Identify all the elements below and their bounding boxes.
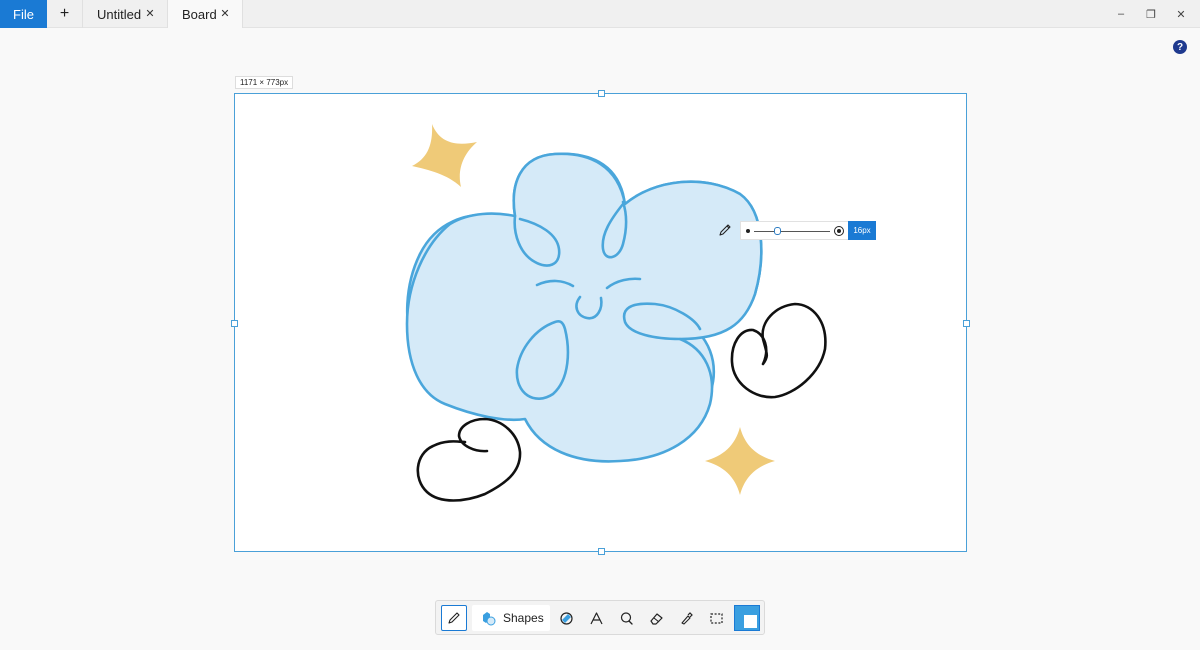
secondary-color-swatch[interactable] [744, 615, 757, 628]
minimize-icon: – [1117, 8, 1125, 20]
tab-label: Board [182, 6, 217, 22]
brush-size-slider[interactable] [740, 221, 848, 240]
large-brush-icon [834, 226, 844, 236]
text-icon [589, 611, 603, 624]
eraser-icon [649, 612, 663, 625]
eyedropper-tool-button[interactable] [673, 605, 699, 631]
close-icon[interactable]: ✕ [143, 6, 157, 20]
close-icon[interactable]: ✕ [218, 6, 232, 20]
bean-left [416, 417, 522, 502]
star-shape [705, 427, 775, 495]
tab-untitled[interactable]: Untitled ✕ [82, 0, 167, 28]
canvas-size-label: 1171 × 773px [235, 76, 294, 89]
slider-thumb[interactable] [773, 227, 781, 235]
lasso-icon [620, 611, 633, 625]
bottom-toolbar: Shapes [435, 600, 765, 635]
tab-board[interactable]: Board ✕ [167, 0, 243, 28]
fill-tool-button[interactable] [553, 605, 579, 631]
resize-handle-top[interactable] [598, 90, 605, 97]
eyedropper-icon [680, 611, 693, 625]
text-tool-button[interactable] [583, 605, 609, 631]
shapes-tool-button[interactable]: Shapes [472, 605, 550, 631]
close-window-button[interactable]: ✕ [1166, 0, 1196, 28]
pencil-tool-button[interactable] [441, 605, 467, 631]
shapes-icon [483, 611, 496, 625]
tab-label: Untitled [97, 6, 142, 22]
eraser-tool-button[interactable] [643, 605, 669, 631]
star-shape [412, 124, 477, 187]
file-menu-label: File [13, 6, 34, 22]
resize-handle-left[interactable] [231, 320, 238, 327]
color-picker-swatch[interactable] [734, 605, 760, 631]
select-icon [709, 612, 723, 624]
small-brush-icon [746, 229, 750, 233]
title-bar: File + Untitled ✕ Board ✕ – ❐ ✕ [0, 0, 1200, 28]
brush-size-popover: 16px [740, 221, 876, 240]
minimize-button[interactable]: – [1106, 0, 1136, 28]
file-menu-button[interactable]: File [0, 0, 47, 28]
new-tab-button[interactable]: + [47, 0, 82, 28]
shapes-label: Shapes [503, 611, 544, 625]
plus-icon: + [59, 5, 70, 22]
help-glyph: ? [1176, 41, 1184, 53]
restore-button[interactable]: ❐ [1136, 0, 1166, 28]
drawing-canvas[interactable] [231, 90, 970, 555]
help-icon[interactable]: ? [1173, 40, 1187, 54]
resize-handle-bottom[interactable] [598, 548, 605, 555]
drawing-artwork [405, 124, 827, 502]
pencil-cursor-icon [718, 223, 732, 237]
pencil-icon [448, 612, 460, 624]
fill-icon [559, 611, 573, 625]
select-tool-button[interactable] [703, 605, 729, 631]
close-icon: ✕ [1176, 8, 1186, 21]
brush-size-value: 16px [848, 221, 876, 240]
resize-handle-right[interactable] [963, 320, 970, 327]
slider-track [754, 231, 830, 232]
restore-icon: ❐ [1146, 8, 1156, 21]
bean-right [730, 302, 827, 399]
lasso-tool-button[interactable] [613, 605, 639, 631]
blob-outline [405, 152, 763, 463]
